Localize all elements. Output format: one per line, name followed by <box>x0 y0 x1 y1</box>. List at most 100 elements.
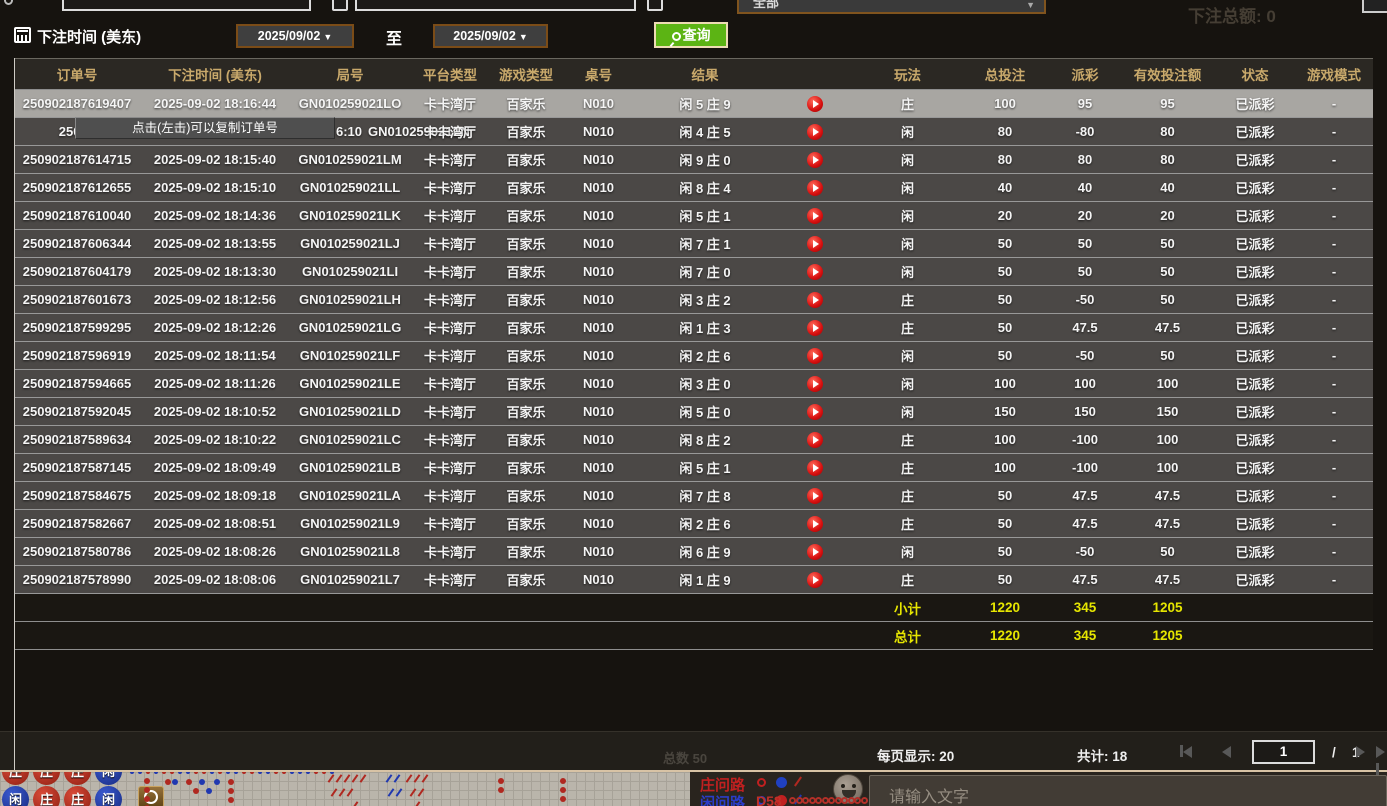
cell-status: 已派彩 <box>1215 314 1295 342</box>
table-row[interactable]: 2509021875969192025-09-02 18:11:54GN0102… <box>14 342 1373 370</box>
filter-input-1[interactable] <box>62 0 311 11</box>
cell-order[interactable]: 250902187582667 <box>14 510 140 538</box>
cell-order[interactable]: 250902187606344 <box>14 230 140 258</box>
prev-page-button[interactable] <box>1222 745 1231 758</box>
first-page-button[interactable] <box>1180 745 1192 758</box>
cell-play[interactable] <box>775 314 855 342</box>
table-row[interactable]: 2509021875807862025-09-02 18:08:26GN0102… <box>14 538 1373 566</box>
play-video-icon[interactable] <box>807 376 823 392</box>
table-row[interactable]: 2509021875871452025-09-02 18:09:49GN0102… <box>14 454 1373 482</box>
cell-order[interactable]: 250902187587145 <box>14 454 140 482</box>
cell-payout: 20 <box>1050 202 1120 230</box>
cell-play[interactable] <box>775 566 855 594</box>
cell-play[interactable] <box>775 454 855 482</box>
next-page-button[interactable] <box>1356 745 1365 758</box>
table-row[interactable]: 2509021876147152025-09-02 18:15:40GN0102… <box>14 146 1373 174</box>
cell-order[interactable]: 250902187589634 <box>14 426 140 454</box>
cell-order[interactable]: 250902187614715 <box>14 146 140 174</box>
cell-order[interactable]: 250902187580786 <box>14 538 140 566</box>
table-row[interactable]: 2509021876194072025-09-02 18:16:44GN0102… <box>14 90 1373 118</box>
cell-mode: - <box>1295 202 1373 230</box>
play-video-icon[interactable] <box>807 208 823 224</box>
play-video-icon[interactable] <box>807 544 823 560</box>
hall-select[interactable]: 全部 ▼ <box>737 0 1046 14</box>
page-number-input[interactable]: 1 <box>1252 740 1315 764</box>
table-row[interactable]: 2509021875789902025-09-02 18:08:06GN0102… <box>14 566 1373 594</box>
copy-icon[interactable] <box>647 0 663 11</box>
cell-play[interactable] <box>775 482 855 510</box>
cell-game: 百家乐 <box>490 482 562 510</box>
date-from-select[interactable]: 2025/09/02▼ <box>236 24 354 48</box>
date-to-select[interactable]: 2025/09/02▼ <box>433 24 548 48</box>
filter-input-2[interactable] <box>355 0 636 11</box>
play-video-icon[interactable] <box>807 124 823 140</box>
cell-play[interactable] <box>775 90 855 118</box>
cell-playtype: 庄 <box>855 286 960 314</box>
cell-play[interactable] <box>775 230 855 258</box>
table-row[interactable]: 2509021876126552025-09-02 18:15:10GN0102… <box>14 174 1373 202</box>
cell-order[interactable]: 250902187612655 <box>14 174 140 202</box>
cell-play[interactable] <box>775 174 855 202</box>
cell-play[interactable] <box>775 342 855 370</box>
summary-cell <box>14 622 140 650</box>
play-video-icon[interactable] <box>807 264 823 280</box>
last-page-button[interactable] <box>1376 745 1387 758</box>
cell-order[interactable]: 250902187594665 <box>14 370 140 398</box>
cell-order[interactable]: 250902187619407 <box>14 90 140 118</box>
table-row[interactable]: 2509021875826672025-09-02 18:08:51GN0102… <box>14 510 1373 538</box>
cell-order[interactable]: 250902187599295 <box>14 314 140 342</box>
play-video-icon[interactable] <box>807 488 823 504</box>
cell-result: 闲 5 庄 1 <box>635 454 775 482</box>
cell-order[interactable]: 250902187596919 <box>14 342 140 370</box>
cell-play[interactable] <box>775 510 855 538</box>
cell-order[interactable]: 250902187584675 <box>14 482 140 510</box>
cell-order[interactable]: 250902187610040 <box>14 202 140 230</box>
play-video-icon[interactable] <box>807 516 823 532</box>
play-video-icon[interactable] <box>807 292 823 308</box>
play-video-icon[interactable] <box>807 96 823 112</box>
cell-play[interactable] <box>775 118 855 146</box>
cell-play[interactable] <box>775 398 855 426</box>
cell-order[interactable]: 250902187604179 <box>14 258 140 286</box>
table-row[interactable]: 2509021875920452025-09-02 18:10:52GN0102… <box>14 398 1373 426</box>
cell-order[interactable]: 250902187578990 <box>14 566 140 594</box>
chat-input[interactable]: 请输入文字 <box>869 775 1387 806</box>
table-row[interactable]: 2509021875846752025-09-02 18:09:18GN0102… <box>14 482 1373 510</box>
column-header: 派彩 <box>1050 59 1120 90</box>
cell-play[interactable] <box>775 426 855 454</box>
cell-play[interactable] <box>775 202 855 230</box>
cell-time: 2025-09-02 18:12:26 <box>140 314 290 342</box>
play-video-icon[interactable] <box>807 180 823 196</box>
table-row[interactable]: 2509021876100402025-09-02 18:14:36GN0102… <box>14 202 1373 230</box>
play-video-icon[interactable] <box>807 152 823 168</box>
table-row[interactable]: 2509021875896342025-09-02 18:10:22GN0102… <box>14 426 1373 454</box>
cell-play[interactable] <box>775 370 855 398</box>
cell-play[interactable] <box>775 538 855 566</box>
play-video-icon[interactable] <box>807 404 823 420</box>
play-video-icon[interactable] <box>807 348 823 364</box>
cell-time: 2025-09-02 18:10:22 <box>140 426 290 454</box>
table-row[interactable]: 2509021876041792025-09-02 18:13:30GN0102… <box>14 258 1373 286</box>
query-button[interactable]: 查询 <box>654 22 728 48</box>
table-row[interactable]: 2509021875992952025-09-02 18:12:26GN0102… <box>14 314 1373 342</box>
play-video-icon[interactable] <box>807 572 823 588</box>
play-video-icon[interactable] <box>807 460 823 476</box>
table-row[interactable]: 2509021876063442025-09-02 18:13:55GN0102… <box>14 230 1373 258</box>
cell-game: 百家乐 <box>490 454 562 482</box>
cell-payout: 150 <box>1050 398 1120 426</box>
road-mark <box>138 770 142 774</box>
play-video-icon[interactable] <box>807 320 823 336</box>
play-video-icon[interactable] <box>807 432 823 448</box>
cell-play[interactable] <box>775 146 855 174</box>
table-row[interactable]: 2509021876016732025-09-02 18:12:56GN0102… <box>14 286 1373 314</box>
cell-platform: 卡卡湾厅 <box>410 566 490 594</box>
cell-play[interactable] <box>775 286 855 314</box>
summary-cell <box>1215 622 1295 650</box>
cell-play[interactable] <box>775 258 855 286</box>
cell-order[interactable]: 250902187601673 <box>14 286 140 314</box>
play-video-icon[interactable] <box>807 236 823 252</box>
cell-order[interactable]: 250902187592045 <box>14 398 140 426</box>
copy-icon[interactable] <box>332 0 348 11</box>
road-ring <box>815 797 822 804</box>
table-row[interactable]: 2509021875946652025-09-02 18:11:26GN0102… <box>14 370 1373 398</box>
